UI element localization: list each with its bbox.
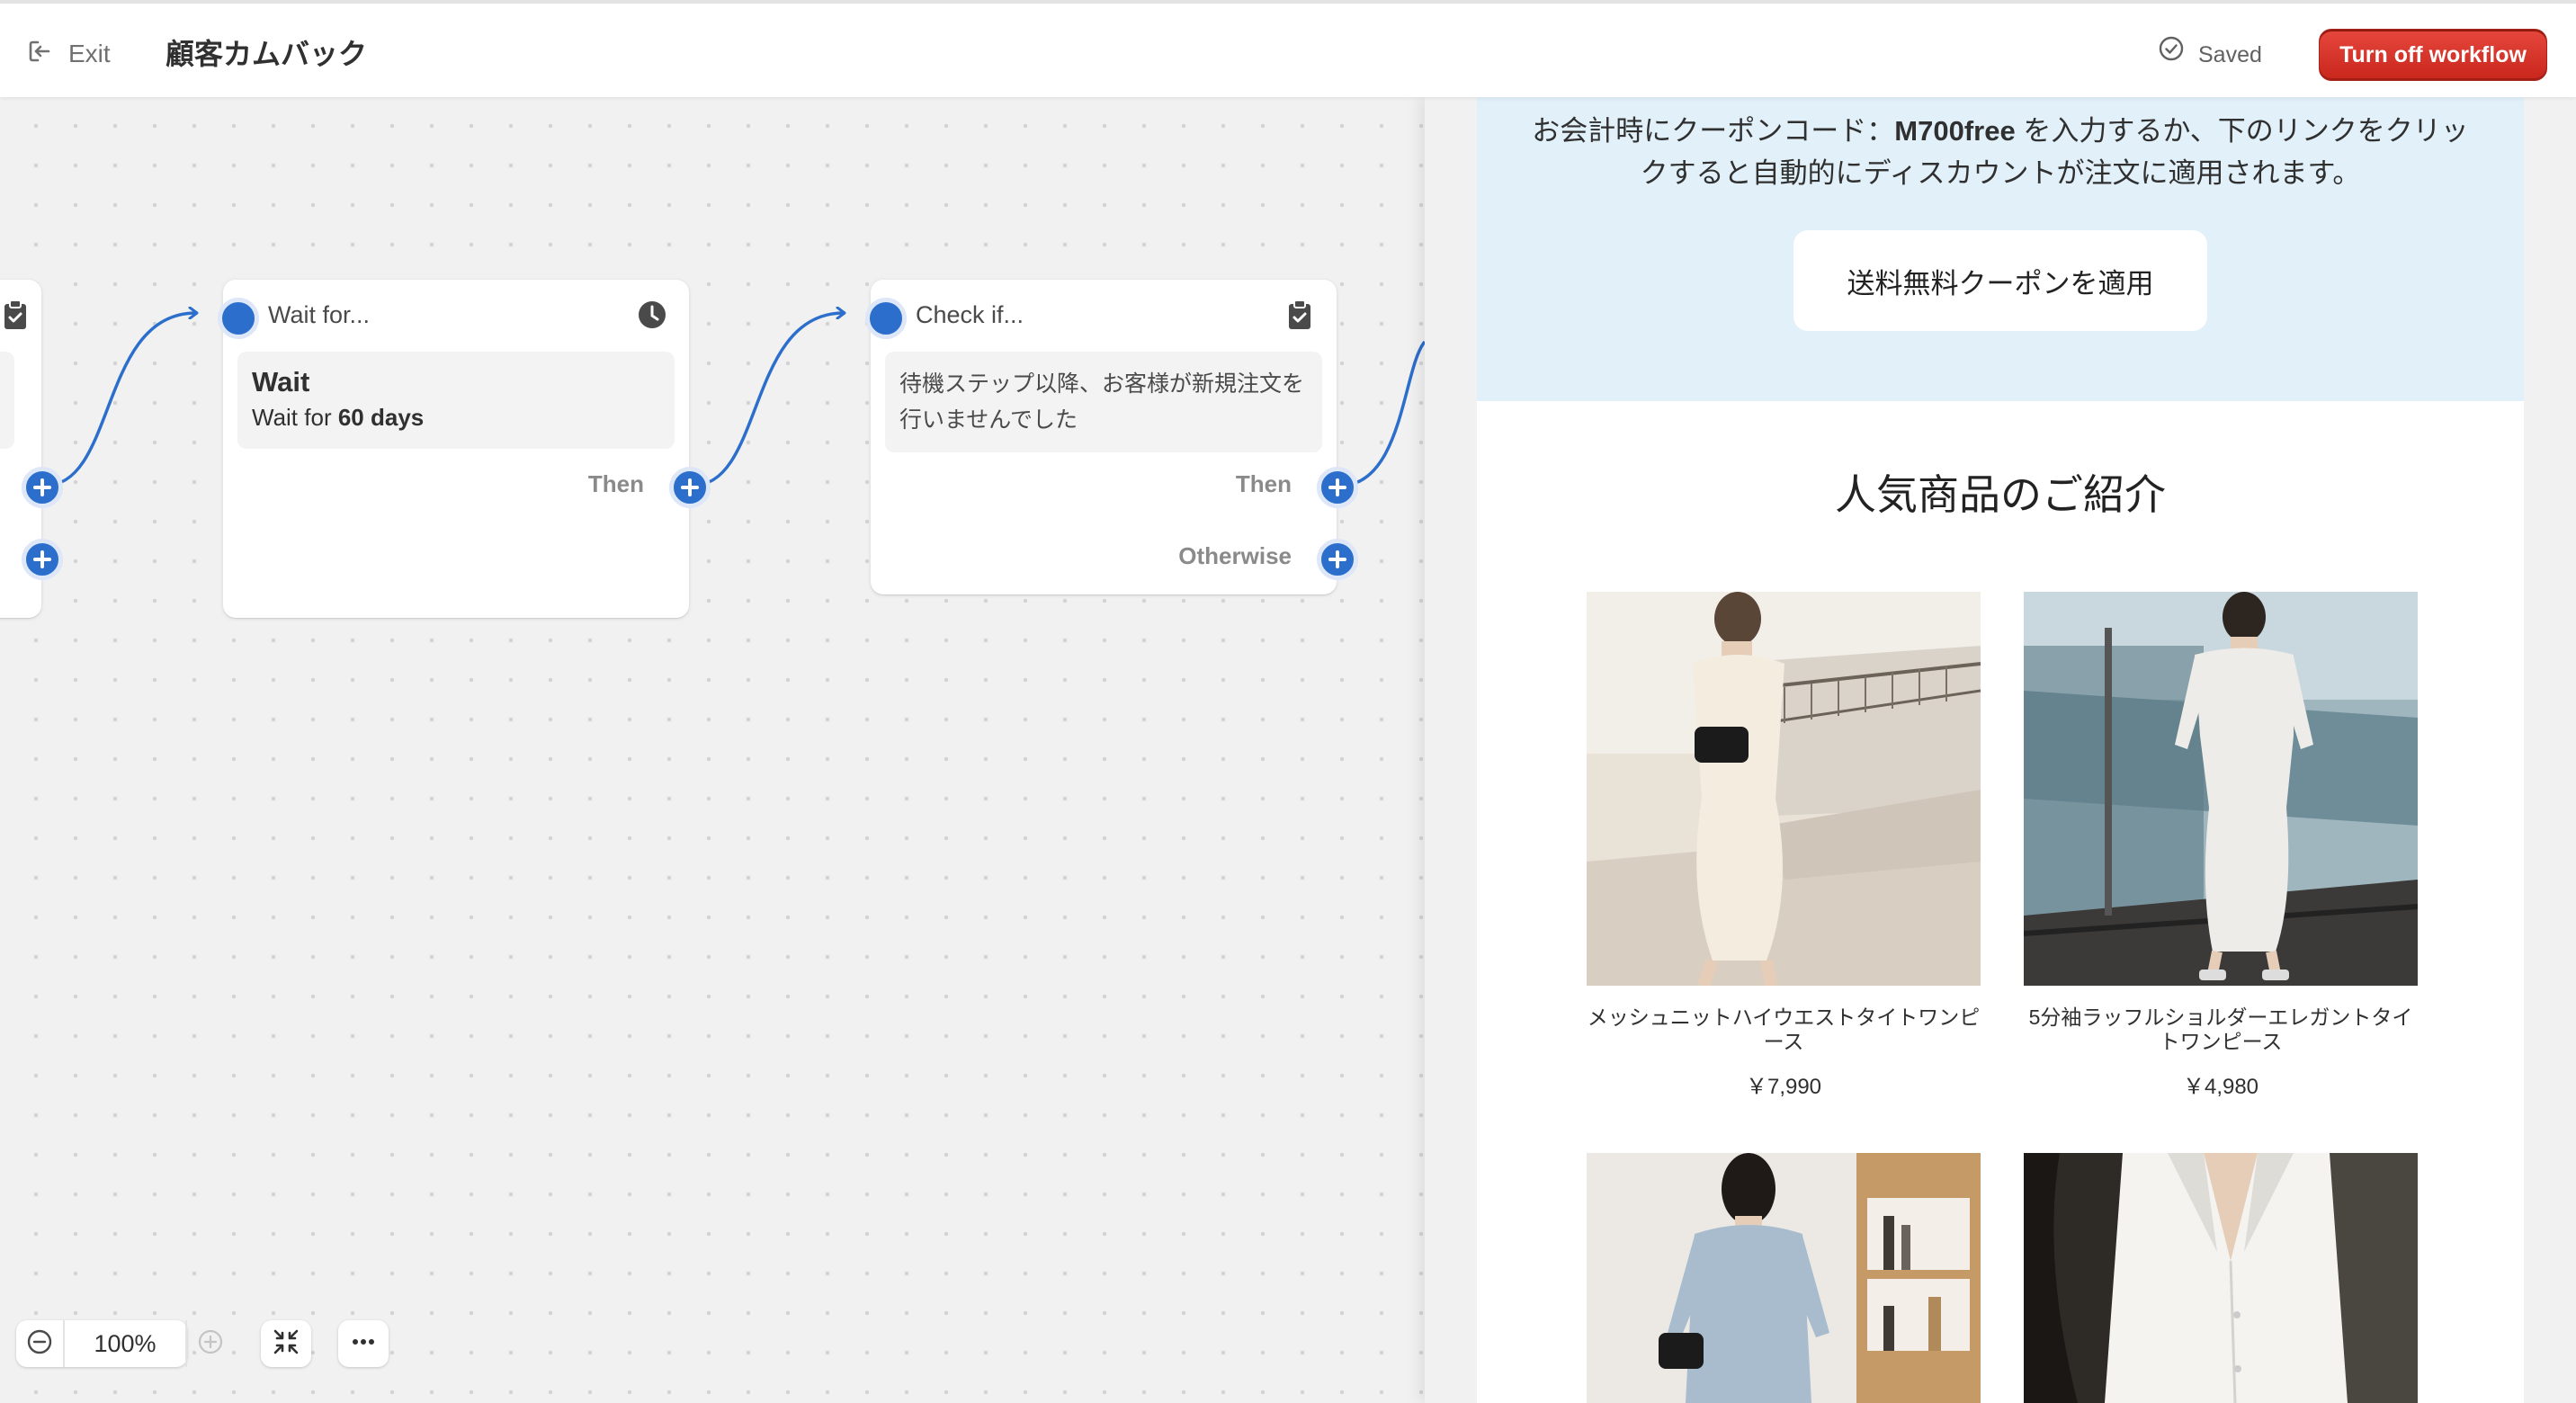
top-bar: Exit 顧客カムバック Saved Turn off workflow [0, 0, 2576, 97]
wait-duration: 60 days [337, 404, 425, 431]
add-step-button-wait-then[interactable] [669, 467, 711, 508]
wait-node-header: Wait for... [218, 280, 689, 348]
product-image[interactable] [1587, 592, 1981, 986]
exit-button[interactable]: Exit [25, 34, 111, 74]
condition-text: 待機ステップ以降、お客様が新規注文を行いませんでした [899, 371, 1305, 433]
connector-1 [44, 313, 196, 487]
check-node[interactable]: Check if... 待機ステップ以降、お客様が新規注文を行いませんでした T… [865, 280, 1337, 594]
check-node-input-handle[interactable] [865, 298, 907, 339]
wait-node-body: Wait Wait for 60 days [237, 352, 675, 449]
coupon-code: M700free [1894, 115, 2016, 147]
wait-then-label: Then [587, 470, 644, 497]
fit-view-icon [271, 1327, 301, 1362]
add-step-button-check-otherwise[interactable] [1317, 539, 1358, 580]
add-step-button-previous-then[interactable] [22, 467, 63, 508]
zoom-in-button[interactable] [187, 1320, 234, 1367]
wait-node[interactable]: Wait for... Wait Wait for 60 days Then [218, 280, 689, 618]
zoom-box: 100% [16, 1320, 187, 1367]
apply-coupon-button[interactable]: 送料無料クーポンを適用 [1793, 230, 2207, 331]
wait-description: Wait for 60 days [252, 404, 424, 432]
clipboard-check-icon [1283, 298, 1317, 332]
popular-products-title: 人気商品のご紹介 [1835, 471, 2166, 518]
clipboard-check-icon [0, 298, 32, 332]
product-price: ￥7,990 [1745, 1075, 1822, 1099]
wait-description-prefix: Wait for [252, 404, 338, 431]
check-node-title: Check if... [916, 301, 1024, 328]
product-price: ￥4,980 [2182, 1075, 2259, 1099]
exit-icon [25, 37, 54, 72]
connector-2 [692, 313, 844, 487]
exit-label: Exit [68, 40, 111, 67]
zoom-out-icon [26, 1328, 53, 1360]
zoom-in-icon [197, 1328, 224, 1360]
product-image[interactable] [2024, 592, 2418, 986]
email-preview-panel[interactable]: お会計時にクーポンコード：M700free を入力するか、下のリンクをクリックす… [1425, 97, 2576, 1403]
add-step-button-previous-otherwise[interactable] [22, 539, 63, 580]
add-step-button-check-then[interactable] [1317, 467, 1358, 508]
wait-heading: Wait [252, 366, 310, 398]
product-image[interactable] [1587, 1153, 1981, 1403]
connector-3 [1339, 340, 1425, 487]
check-otherwise-label: Otherwise [1178, 542, 1292, 569]
zoom-controls: 100% [16, 1318, 389, 1369]
email-preview: お会計時にクーポンコード：M700free を入力するか、下のリンクをクリックす… [1477, 97, 2524, 1403]
check-then-label: Then [1235, 470, 1292, 497]
workflow-title: 顧客カムバック [165, 38, 368, 70]
check-node-body: 待機ステップ以降、お客様が新規注文を行いませんでした [885, 352, 1322, 452]
product-name: メッシュニットハイウエストタイトワンピース [1587, 1005, 1981, 1053]
product-image[interactable] [2024, 1153, 2418, 1403]
check-circle-icon [2157, 34, 2186, 76]
clock-icon [635, 298, 669, 332]
product-name: 5分袖ラッフルショルダーエレガントタイトワンピース [2028, 1005, 2413, 1053]
check-node-header: Check if... [865, 280, 1337, 348]
coupon-text-pre: お会計時にクーポンコード： [1532, 115, 1895, 147]
coupon-section: お会計時にクーポンコード：M700free を入力するか、下のリンクをクリックす… [1477, 97, 2524, 401]
zoom-level-input[interactable]: 100% [63, 1320, 187, 1367]
more-horizontal-icon [348, 1327, 379, 1362]
fit-view-button[interactable] [261, 1320, 311, 1367]
more-actions-button[interactable] [338, 1320, 389, 1367]
zoom-out-button[interactable] [16, 1320, 63, 1367]
workflow-canvas[interactable]: Wait for... Wait Wait for 60 days Then C… [0, 97, 1425, 1403]
coupon-instructions: お会計時にクーポンコード：M700free を入力するか、下のリンクをクリックす… [1531, 110, 2470, 194]
turn-off-workflow-button[interactable]: Turn off workflow [2319, 29, 2547, 81]
saved-label: Saved [2198, 42, 2262, 67]
saved-status: Saved [2157, 34, 2262, 76]
wait-node-input-handle[interactable] [218, 298, 259, 339]
wait-node-title: Wait for... [268, 301, 371, 328]
previous-node-body [0, 352, 14, 449]
